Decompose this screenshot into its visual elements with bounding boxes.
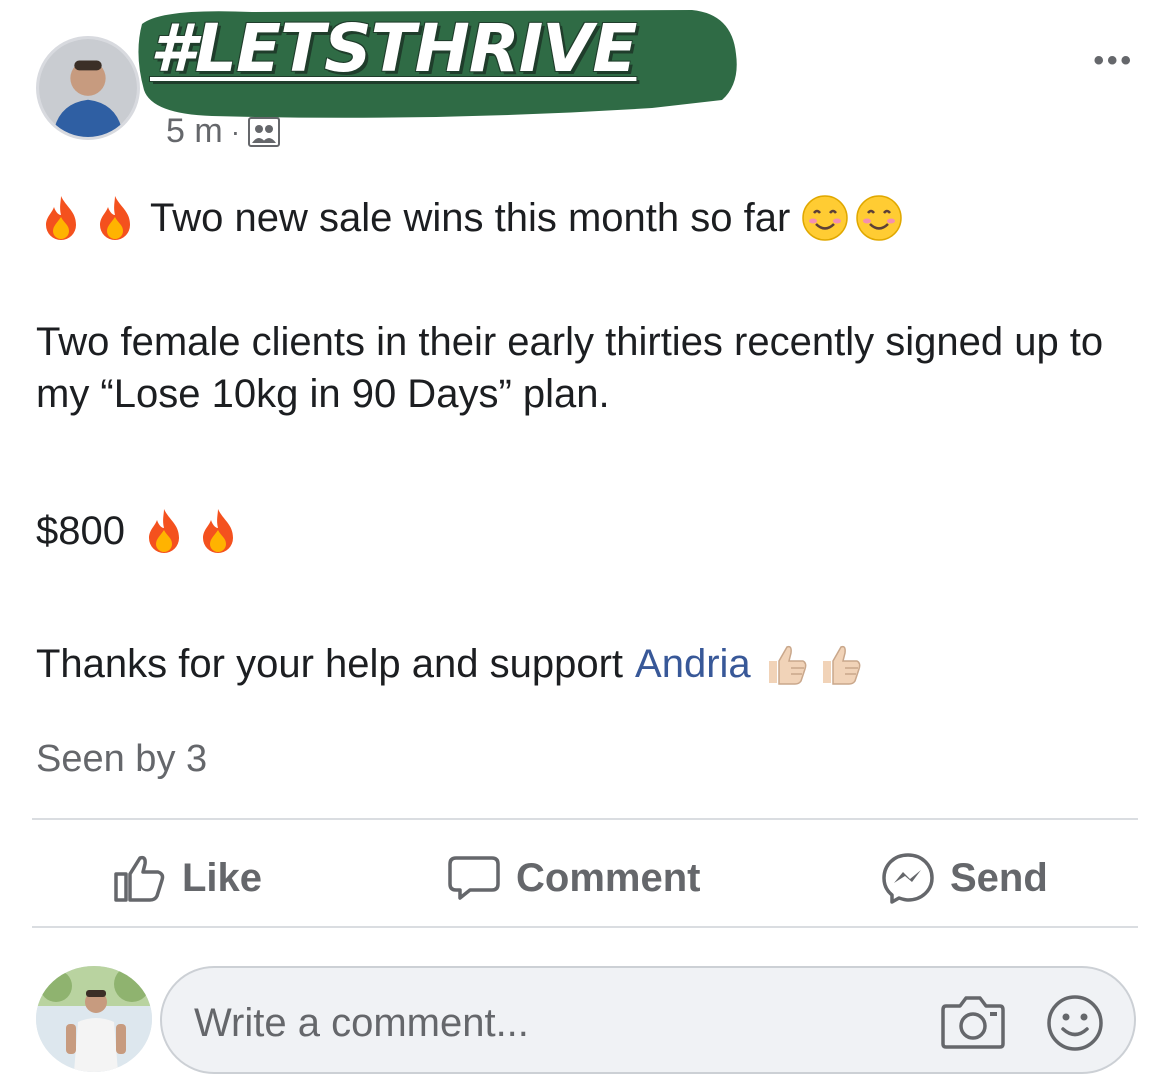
post-line-3: $800 — [36, 505, 1126, 557]
camera-icon[interactable] — [940, 992, 1006, 1050]
price-text: $800 — [36, 509, 125, 553]
comment-label: Comment — [516, 855, 701, 900]
post-line-1: Two new sale wins this month so far — [36, 192, 1126, 244]
fire-emoji-icon — [139, 506, 189, 556]
like-label: Like — [182, 855, 263, 900]
like-button[interactable]: Like — [112, 848, 262, 908]
divider-bottom — [32, 926, 1138, 928]
post-meta: 5 m · — [166, 112, 281, 151]
send-button[interactable]: Send — [880, 848, 1048, 908]
messenger-icon — [882, 853, 934, 904]
smiling-face-emoji-icon — [854, 193, 904, 243]
thumbs-up-emoji-icon — [761, 639, 811, 689]
comment-composer[interactable] — [160, 966, 1136, 1074]
hashtag-banner: #LETSTHRIVE — [132, 4, 742, 126]
current-user-avatar[interactable] — [36, 966, 152, 1072]
hashtag-text: #LETSTHRIVE — [150, 10, 637, 87]
post-time[interactable]: 5 m — [166, 112, 223, 151]
fire-emoji-icon — [90, 193, 140, 243]
post-line-4: Thanks for your help and support Andria — [36, 638, 1126, 690]
group-icon — [248, 116, 281, 147]
send-label: Send — [950, 855, 1048, 900]
divider-top — [32, 818, 1138, 820]
thumbs-up-emoji-icon — [815, 639, 865, 689]
seen-by-count[interactable]: Seen by 3 — [36, 738, 207, 781]
mention-link[interactable]: Andria — [635, 638, 751, 690]
comment-button[interactable]: Comment — [446, 848, 700, 908]
author-avatar[interactable] — [36, 36, 140, 140]
post-text-line-2: Two female clients in their early thirti… — [36, 320, 1104, 416]
fire-emoji-icon — [193, 506, 243, 556]
smiling-face-emoji-icon — [800, 193, 850, 243]
smiley-icon[interactable] — [1046, 994, 1104, 1052]
comment-input[interactable] — [192, 990, 916, 1056]
post-text-line-4: Thanks for your help and support — [36, 642, 624, 686]
meta-separator: · — [230, 115, 241, 147]
comment-icon — [448, 856, 500, 900]
more-options-button[interactable]: ••• — [1093, 44, 1134, 78]
like-icon — [114, 855, 165, 902]
post-text-line-1: Two new sale wins this month so far — [150, 196, 791, 240]
fire-emoji-icon — [36, 193, 86, 243]
